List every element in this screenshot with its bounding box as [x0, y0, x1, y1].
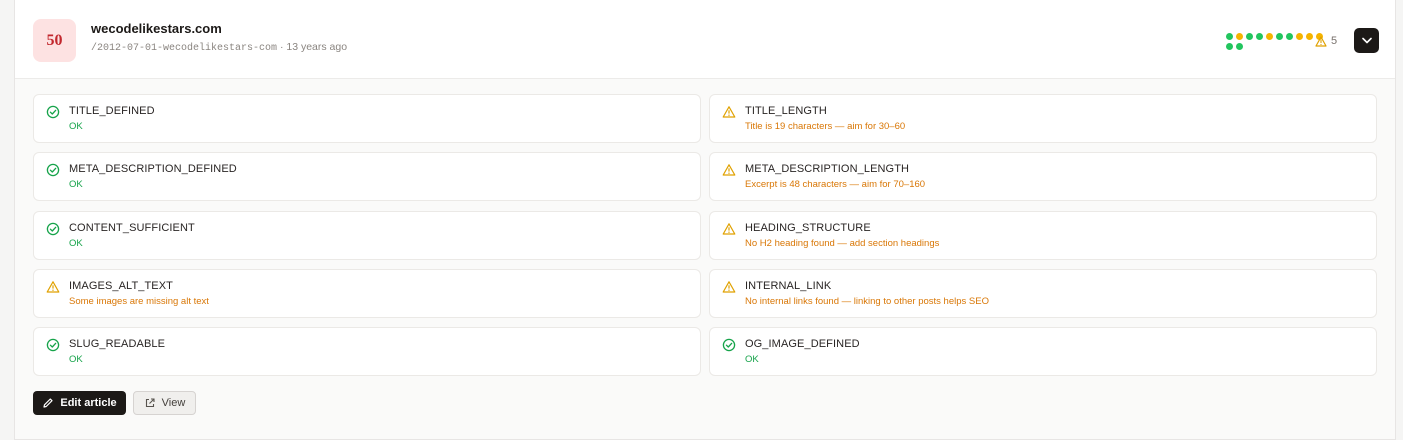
- seo-check-images-alt-text: IMAGES_ALT_TEXT Some images are missing a…: [33, 268, 701, 318]
- check-name: TITLE_LENGTH: [745, 105, 827, 117]
- status-dot: [1286, 33, 1293, 40]
- warning-triangle-icon: [722, 163, 736, 177]
- external-link-icon: [145, 398, 155, 408]
- post-header: 50 wecodelikestars.com /2012-07-01-wecod…: [15, 0, 1395, 79]
- check-message: Some images are missing alt text: [69, 295, 209, 307]
- post-age: · 13 years ago: [279, 41, 348, 53]
- check-message: No internal links found — linking to oth…: [745, 295, 989, 307]
- check-name: META_DESCRIPTION_DEFINED: [69, 163, 237, 176]
- check-message: Title is 19 characters — aim for 30–60: [745, 121, 906, 132]
- status-dot: [1306, 33, 1313, 40]
- seo-check-heading-structure: HEADING_STRUCTURE No H2 heading found — a…: [709, 210, 1377, 260]
- seo-check-title-defined: TITLE_DEFINED OK: [33, 94, 701, 143]
- check-name: SLUG_READABLE: [69, 338, 166, 351]
- seo-check-content-sufficient: CONTENT_SUFFICIENT OK: [33, 210, 701, 260]
- seo-score-badge: 50: [33, 19, 76, 62]
- check-name: CONTENT_SUFFICIENT: [69, 221, 195, 234]
- check-circle-icon: [46, 338, 60, 352]
- status-dot: [1266, 33, 1273, 40]
- warning-triangle-icon: [46, 280, 60, 294]
- check-name: INTERNAL_LINK: [745, 279, 832, 292]
- warning-triangle-icon: [722, 280, 736, 294]
- check-name: HEADING_STRUCTURE: [745, 221, 871, 234]
- check-name: META_DESCRIPTION_LENGTH: [745, 163, 910, 176]
- seo-check-meta-description-defined: META_DESCRIPTION_DEFINED OK: [33, 152, 701, 202]
- pencil-icon: [43, 398, 53, 408]
- check-circle-icon: [46, 163, 60, 177]
- post-meta: /2012-07-01-wecodelikestars-com · 13 yea…: [91, 41, 347, 54]
- check-message: OK: [745, 354, 759, 366]
- check-message: OK: [69, 237, 83, 249]
- check-message: OK: [69, 354, 83, 366]
- seo-check-title-length: TITLE_LENGTH Title is 19 characters — aim…: [709, 94, 1377, 143]
- view-button[interactable]: View: [133, 391, 196, 415]
- seo-check-internal-link: INTERNAL_LINK No internal links found — l…: [709, 268, 1377, 318]
- seo-check-og-image-defined: OG_IMAGE_DEFINED OK: [709, 327, 1377, 377]
- seo-check-slug-readable: SLUG_READABLE OK: [33, 327, 701, 377]
- seo-check-meta-description-length: META_DESCRIPTION_LENGTH Excerpt is 48 cha…: [709, 152, 1377, 202]
- edit-article-button[interactable]: Edit article: [33, 391, 126, 415]
- status-dot: [1236, 33, 1243, 40]
- check-message: Excerpt is 48 characters — aim for 70–16…: [745, 179, 926, 191]
- check-status-dots: [1211, 33, 1323, 53]
- chevron-down-icon: [1361, 37, 1372, 44]
- warning-triangle-icon: [722, 105, 736, 119]
- check-message: No H2 heading found — add section headin…: [745, 237, 940, 249]
- post-path: /2012-07-01-wecodelikestars-com: [91, 43, 278, 54]
- status-dot: [1276, 33, 1283, 40]
- status-dot: [1246, 33, 1253, 40]
- view-label: View: [161, 397, 186, 409]
- post-card: 50 wecodelikestars.com /2012-07-01-wecod…: [14, 0, 1396, 440]
- check-circle-icon: [46, 222, 60, 236]
- check-message: OK: [69, 179, 83, 191]
- warning-triangle-icon: [722, 222, 736, 236]
- status-dot: [1256, 33, 1263, 40]
- check-name: OG_IMAGE_DEFINED: [745, 338, 860, 351]
- warning-count: 5: [1315, 34, 1337, 48]
- check-name: IMAGES_ALT_TEXT: [69, 279, 173, 292]
- warning-triangle-icon: [1315, 35, 1327, 47]
- check-message: OK: [69, 121, 83, 132]
- check-circle-icon: [46, 105, 60, 119]
- status-dot: [1226, 33, 1233, 40]
- warning-count-value: 5: [1331, 35, 1338, 47]
- status-dot: [1236, 43, 1243, 50]
- edit-article-label: Edit article: [60, 397, 117, 409]
- expand-toggle-button[interactable]: [1354, 28, 1379, 53]
- status-dot: [1226, 43, 1233, 50]
- check-name: TITLE_DEFINED: [69, 105, 155, 117]
- check-circle-icon: [722, 338, 736, 352]
- post-title[interactable]: wecodelikestars.com: [91, 21, 222, 36]
- status-dot: [1296, 33, 1303, 40]
